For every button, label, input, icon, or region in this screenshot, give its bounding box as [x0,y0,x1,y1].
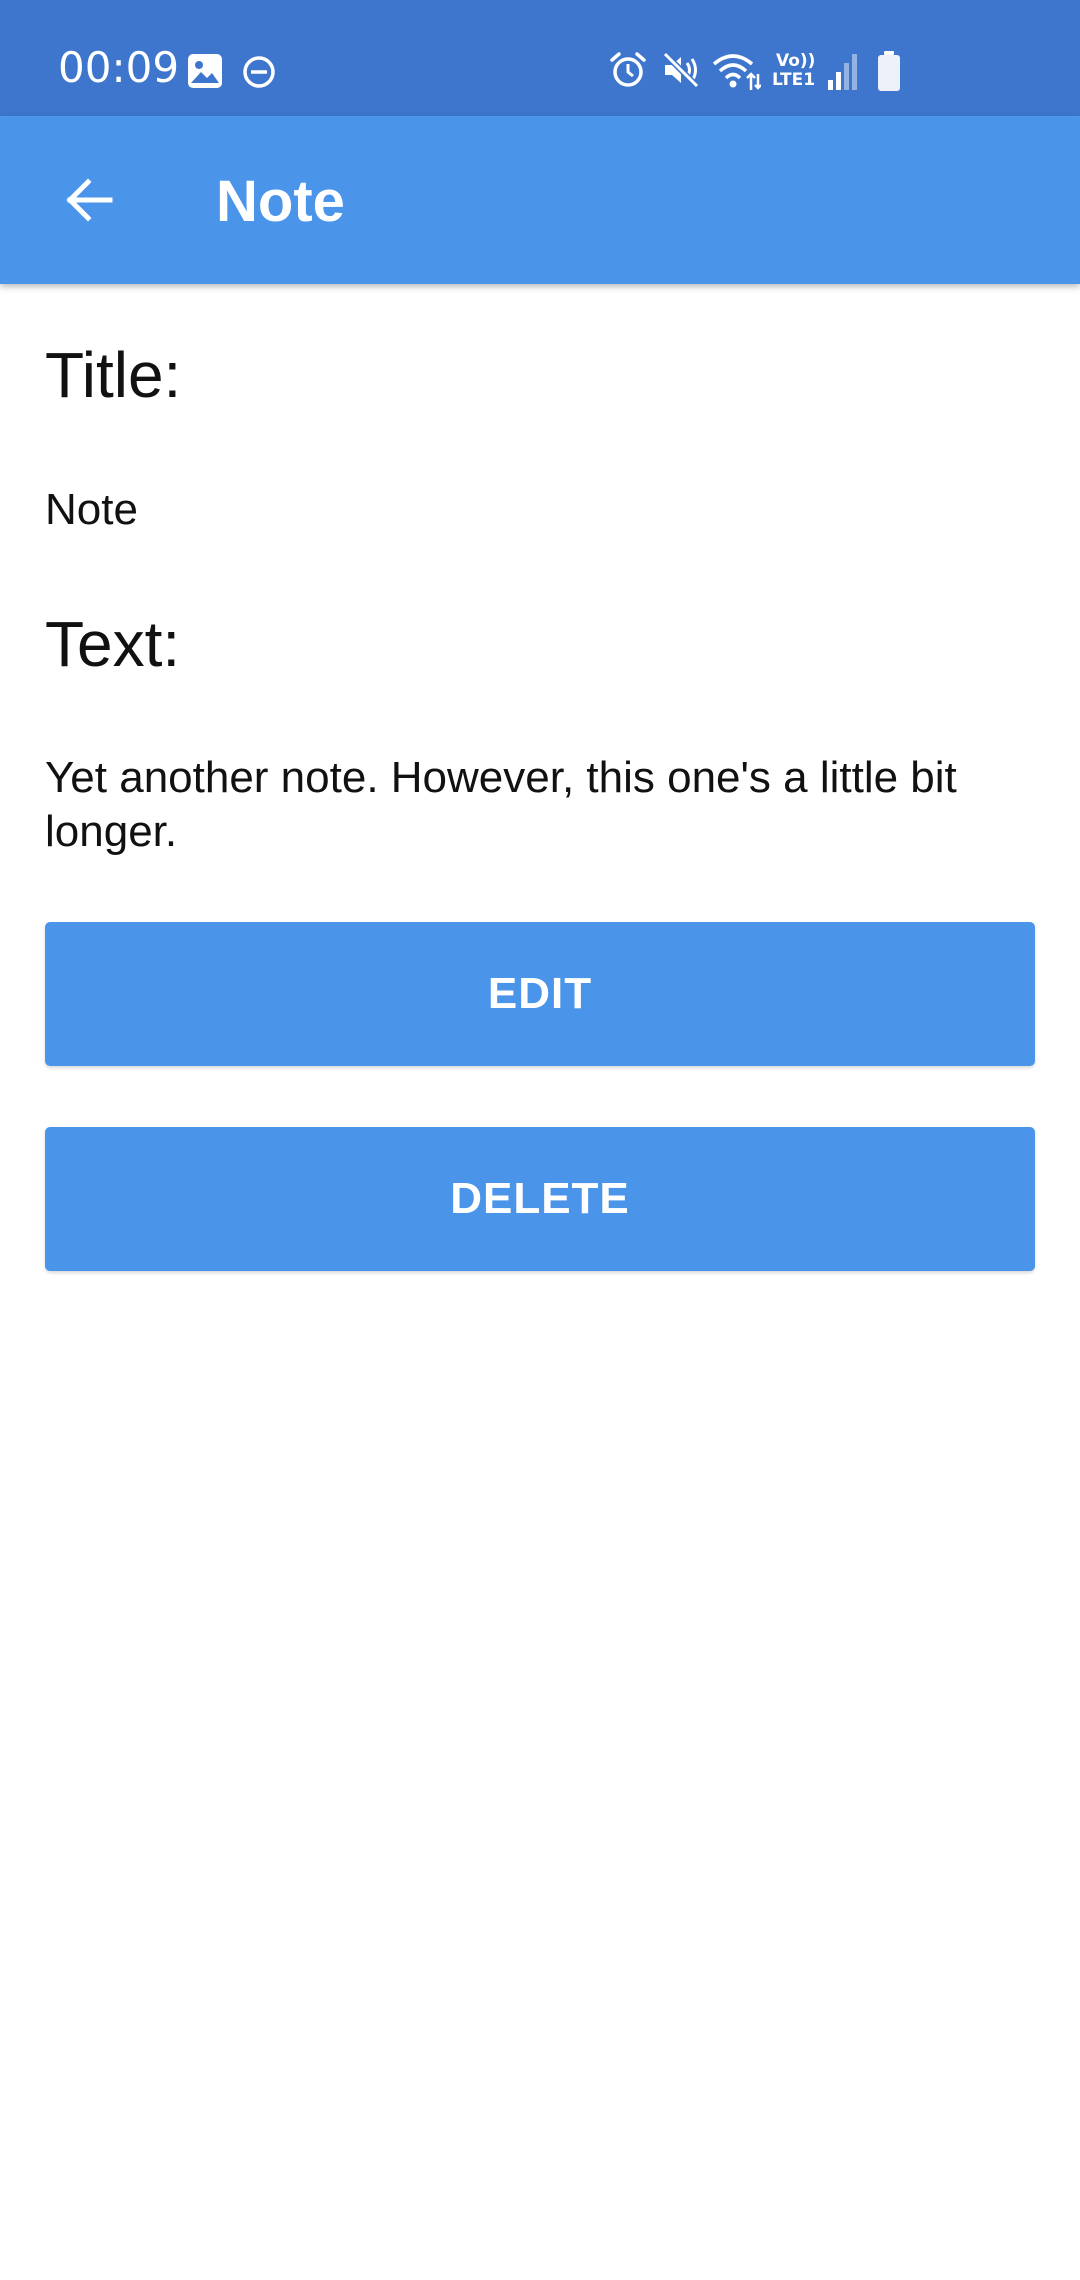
signal-icon [828,54,857,90]
title-value: Note [45,485,138,534]
dnd-icon [243,56,275,88]
text-value: Yet another note. However, this one's a … [45,753,957,856]
battery-icon [878,51,900,91]
mute-icon [662,51,700,89]
image-icon [188,54,222,88]
back-button[interactable] [40,152,136,248]
wifi-icon [712,54,761,90]
lte-icon: Vo)) LTE1 [772,52,822,92]
app-bar: Note [0,116,1080,284]
delete-button[interactable]: DELETE [45,1127,1035,1271]
lte-top-label: Vo)) [776,51,816,71]
page-title: Note [216,169,345,234]
arrow-left-icon [66,178,113,222]
status-bar: 00:09 Vo)) LTE1 [0,0,1080,116]
lte-bottom-label: LTE1 [772,70,816,90]
edit-button[interactable]: EDIT [45,922,1035,1066]
text-label: Text: [45,608,181,680]
alarm-icon [610,52,646,87]
title-label: Title: [45,339,182,411]
status-time: 00:09 [58,43,180,92]
